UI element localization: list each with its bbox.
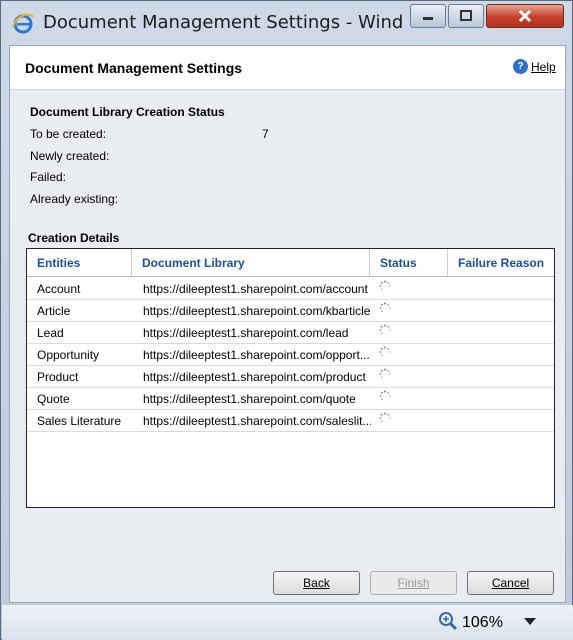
failed-label: Failed: bbox=[30, 170, 67, 184]
column-header-document-library[interactable]: Document Library bbox=[132, 249, 370, 277]
library-cell: https://dileeptest1.sharepoint.com/quote bbox=[143, 392, 356, 406]
close-button[interactable] bbox=[486, 4, 564, 28]
cancel-button-label: Cancel bbox=[491, 576, 530, 590]
to-be-created-value: 7 bbox=[262, 127, 269, 141]
library-cell: https://dileeptest1.sharepoint.com/kbart… bbox=[143, 304, 371, 318]
internet-explorer-icon bbox=[12, 13, 34, 34]
close-icon bbox=[518, 9, 532, 23]
loading-spinner-icon bbox=[379, 368, 391, 378]
library-cell: https://dileeptest1.sharepoint.com/lead bbox=[143, 326, 349, 340]
already-existing-label: Already existing: bbox=[30, 192, 119, 206]
entity-cell: Opportunity bbox=[37, 348, 100, 362]
dialog-header: Document Management Settings ? Help bbox=[10, 46, 565, 90]
minimize-icon bbox=[423, 17, 433, 20]
maximize-icon bbox=[460, 10, 472, 21]
creation-details-title: Creation Details bbox=[28, 231, 120, 245]
minimize-button[interactable] bbox=[410, 4, 446, 28]
entity-cell: Sales Literature bbox=[37, 414, 122, 428]
cancel-button[interactable]: Cancel bbox=[467, 571, 554, 595]
grid-header: Entities Document Library Status Failure… bbox=[27, 249, 554, 277]
table-row[interactable]: Article https://dileeptest1.sharepoint.c… bbox=[27, 300, 554, 322]
loading-spinner-icon bbox=[379, 324, 391, 334]
browser-window: Document Management Settings - Windows..… bbox=[0, 0, 573, 640]
creation-details-grid: Entities Document Library Status Failure… bbox=[26, 248, 555, 508]
zoom-dropdown-icon[interactable] bbox=[524, 618, 536, 625]
finish-button[interactable]: Finish bbox=[370, 571, 457, 595]
help-link[interactable]: ? Help bbox=[513, 59, 556, 74]
column-header-entities[interactable]: Entities bbox=[27, 249, 132, 277]
loading-spinner-icon bbox=[379, 390, 391, 400]
newly-created-label: Newly created: bbox=[30, 149, 110, 163]
help-icon: ? bbox=[513, 59, 528, 74]
table-row[interactable]: Opportunity https://dileeptest1.sharepoi… bbox=[27, 344, 554, 366]
entity-cell: Account bbox=[37, 282, 81, 296]
library-cell: https://dileeptest1.sharepoint.com/accou… bbox=[143, 282, 368, 296]
entity-cell: Lead bbox=[37, 326, 64, 340]
table-row[interactable]: Lead https://dileeptest1.sharepoint.com/… bbox=[27, 322, 554, 344]
entity-cell: Product bbox=[37, 370, 79, 384]
table-row[interactable]: Account https://dileeptest1.sharepoint.c… bbox=[27, 278, 554, 300]
to-be-created-label: To be created: bbox=[30, 127, 107, 141]
table-row[interactable]: Product https://dileeptest1.sharepoint.c… bbox=[27, 366, 554, 388]
loading-spinner-icon bbox=[379, 346, 391, 356]
entity-cell: Article bbox=[37, 304, 71, 318]
back-button-label: Back bbox=[303, 576, 330, 590]
help-label: Help bbox=[531, 59, 556, 74]
dialog-content: Document Management Settings ? Help Docu… bbox=[9, 45, 566, 603]
library-cell: https://dileeptest1.sharepoint.com/oppor… bbox=[143, 348, 370, 362]
column-header-status[interactable]: Status bbox=[370, 249, 448, 277]
loading-spinner-icon bbox=[379, 412, 391, 422]
loading-spinner-icon bbox=[379, 302, 391, 312]
creation-status-title: Document Library Creation Status bbox=[30, 105, 225, 119]
title-bar[interactable]: Document Management Settings - Windows..… bbox=[1, 1, 572, 45]
finish-button-label: Finish bbox=[397, 576, 430, 590]
status-bar: 106% bbox=[2, 605, 573, 640]
zoom-level[interactable]: 106% bbox=[462, 614, 503, 632]
library-cell: https://dileeptest1.sharepoint.com/produ… bbox=[143, 370, 366, 384]
back-button[interactable]: Back bbox=[273, 571, 360, 595]
zoom-icon[interactable] bbox=[438, 611, 458, 631]
table-row[interactable]: Quote https://dileeptest1.sharepoint.com… bbox=[27, 388, 554, 410]
entity-cell: Quote bbox=[37, 392, 70, 406]
column-header-failure-reason[interactable]: Failure Reason bbox=[448, 249, 554, 277]
loading-spinner-icon bbox=[379, 280, 391, 290]
window-title: Document Management Settings - Windows..… bbox=[43, 12, 403, 33]
table-row[interactable]: Sales Literature https://dileeptest1.sha… bbox=[27, 410, 554, 432]
page-title: Document Management Settings bbox=[25, 60, 243, 76]
library-cell: https://dileeptest1.sharepoint.com/sales… bbox=[143, 414, 371, 428]
maximize-button[interactable] bbox=[448, 4, 484, 28]
